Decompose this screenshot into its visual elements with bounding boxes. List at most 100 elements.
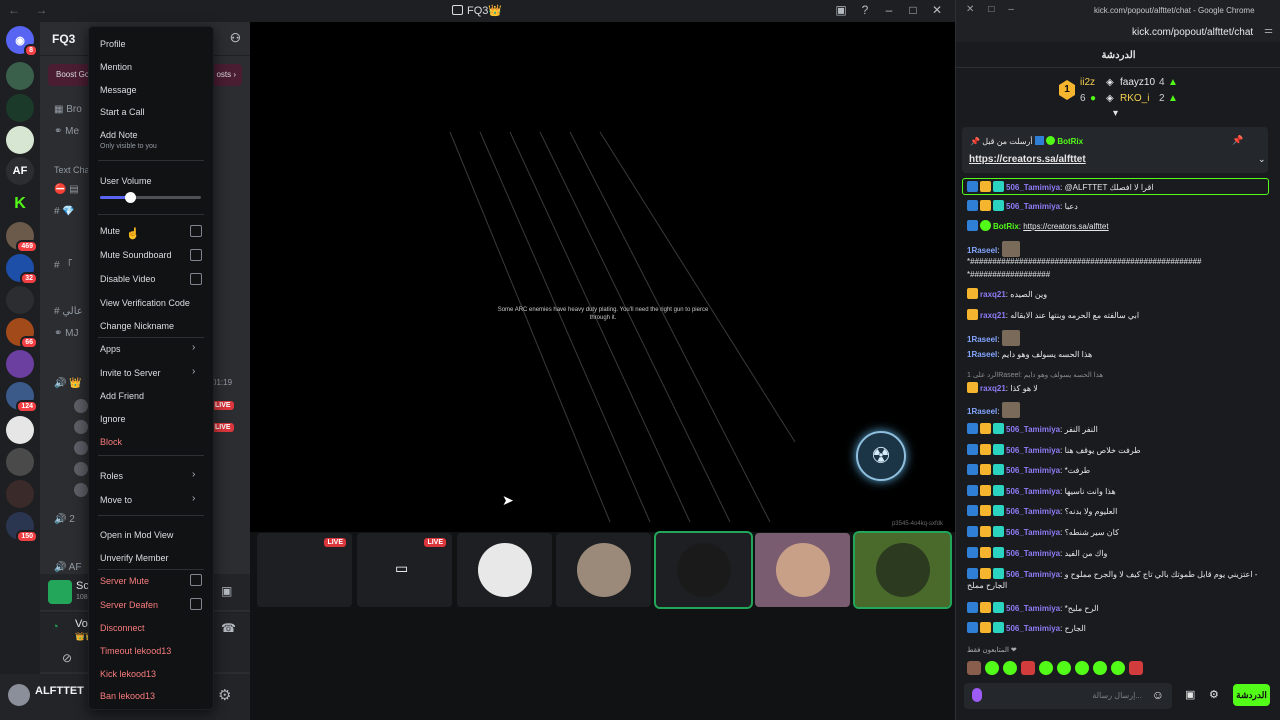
voice-user-avatar[interactable]	[74, 462, 88, 476]
voice-user-avatar[interactable]	[74, 399, 88, 413]
chevron-down-icon[interactable]: ▾	[1113, 108, 1118, 119]
participant-tile[interactable]	[556, 533, 651, 607]
emote-icon[interactable]	[985, 661, 999, 675]
category-text-channels[interactable]: Text Cha	[54, 165, 90, 175]
chat-username[interactable]: 506_Tamimiya	[1006, 549, 1060, 558]
channel-item[interactable]: 🔊 AF	[54, 562, 81, 573]
menu-server-deafen[interactable]: Server Deafen	[100, 600, 158, 610]
kick-server-icon[interactable]: K	[6, 190, 34, 218]
close-button[interactable]: ✕	[925, 3, 949, 17]
channel-item[interactable]: # 💎	[54, 206, 75, 217]
chat-username[interactable]: 506_Tamimiya	[1006, 507, 1060, 516]
chat-username[interactable]: BotRix	[993, 222, 1019, 231]
emote-icon[interactable]	[1003, 661, 1017, 675]
menu-apps[interactable]: Apps	[100, 344, 121, 354]
gear-icon[interactable]: ⚙	[218, 686, 231, 704]
chat-username[interactable]: 506_Tamimiya	[1006, 202, 1060, 211]
emote-icon[interactable]	[1075, 661, 1089, 675]
volume-knob[interactable]	[125, 192, 137, 203]
address-bar[interactable]: kick.com/popout/alfttet/chat ⚌	[956, 22, 1280, 42]
menu-timeout-user[interactable]: Timeout lekood13	[100, 646, 171, 656]
menu-kick-user[interactable]: Kick lekood13	[100, 669, 156, 679]
participant-tile[interactable]	[457, 533, 552, 607]
menu-server-mute[interactable]: Server Mute	[100, 576, 149, 586]
history-nav[interactable]: ← →	[8, 3, 53, 17]
channel-item[interactable]: 🔊 👑	[54, 378, 82, 389]
server-icon[interactable]	[6, 350, 34, 378]
server-icon[interactable]	[6, 62, 34, 90]
menu-open-mod-view[interactable]: Open in Mod View	[100, 530, 173, 540]
chat-username[interactable]: 506_Tamimiya	[1006, 570, 1060, 579]
chat-username[interactable]: raxq21	[980, 384, 1006, 393]
voice-user-avatar[interactable]	[74, 420, 88, 434]
emote-icon[interactable]	[1039, 661, 1053, 675]
emote-icon[interactable]	[967, 661, 981, 675]
chat-username[interactable]: 1Raseel	[967, 350, 997, 359]
channel-browse[interactable]: ▦ Bro	[54, 104, 82, 115]
server-icon[interactable]: 469	[6, 222, 38, 253]
gift-icon[interactable]: ▣	[1185, 688, 1195, 701]
chat-username[interactable]: 506_Tamimiya	[1006, 528, 1060, 537]
menu-disconnect[interactable]: Disconnect	[100, 623, 145, 633]
chat-username[interactable]: 506_Tamimiya	[1006, 487, 1060, 496]
menu-profile[interactable]: Profile	[100, 39, 126, 49]
emote-icon[interactable]	[1057, 661, 1071, 675]
gear-icon[interactable]: ⚙	[1209, 688, 1219, 701]
emote-icon[interactable]	[1093, 661, 1107, 675]
server-icon[interactable]: 124	[6, 382, 38, 413]
connection-icon[interactable]: ◔	[52, 621, 59, 633]
microphone-icon[interactable]	[972, 688, 982, 702]
participant-tile[interactable]	[755, 533, 850, 607]
pinned-link[interactable]: https://creators.sa/alfttet	[969, 154, 1086, 165]
chat-username[interactable]: 1Raseel	[967, 246, 997, 255]
chat-username[interactable]: 506_Tamimiya	[1006, 604, 1060, 613]
chat-message-text[interactable]: https://creators.sa/alfttet	[1023, 222, 1108, 231]
menu-message[interactable]: Message	[100, 85, 137, 95]
server-icon[interactable]	[6, 94, 34, 122]
server-icon[interactable]	[6, 126, 34, 154]
invite-icon[interactable]: ⚇	[230, 31, 241, 45]
user-volume-slider[interactable]	[100, 192, 201, 203]
chat-username[interactable]: 506_Tamimiya	[1006, 183, 1060, 192]
chat-send-button[interactable]: الدردشة	[1233, 684, 1270, 706]
emote-icon[interactable]	[1021, 661, 1035, 675]
emote-icon[interactable]	[1111, 661, 1125, 675]
channel-item[interactable]: 🔊 2	[54, 514, 75, 525]
voice-user-avatar[interactable]	[74, 441, 88, 455]
voice-user-avatar[interactable]	[74, 483, 88, 497]
chat-username[interactable]: 1Raseel	[967, 335, 997, 344]
chevron-down-icon[interactable]: ⌄	[1258, 154, 1266, 165]
help-icon[interactable]: ?	[853, 3, 877, 17]
maximize-button[interactable]: □	[901, 3, 925, 17]
server-icon[interactable]: 66	[6, 318, 38, 349]
server-icon[interactable]	[6, 416, 34, 444]
camera-off-icon[interactable]: ⊘	[62, 651, 72, 665]
chat-input[interactable]: إرسال رسالة... ☺	[964, 683, 1172, 709]
menu-view-verification-code[interactable]: View Verification Code	[100, 298, 190, 308]
site-settings-icon[interactable]: ⚌	[1264, 25, 1273, 36]
menu-add-friend[interactable]: Add Friend	[100, 391, 144, 401]
chat-username[interactable]: 506_Tamimiya	[1006, 466, 1060, 475]
menu-block[interactable]: Block	[100, 437, 122, 447]
participant-tile-speaking[interactable]	[853, 531, 952, 609]
menu-ban-user[interactable]: Ban lekood13	[100, 691, 155, 701]
menu-ignore[interactable]: Ignore	[100, 414, 126, 424]
menu-invite-to-server[interactable]: Invite to Server	[100, 368, 161, 378]
channel-item[interactable]: ⛔ ▤	[54, 184, 79, 195]
avatar[interactable]	[8, 684, 30, 706]
menu-add-note[interactable]: Add Note	[100, 130, 138, 140]
server-icon[interactable]: 150	[6, 512, 38, 543]
server-mute-checkbox[interactable]	[190, 574, 202, 586]
menu-mute[interactable]: Mute	[100, 226, 120, 236]
server-icon[interactable]	[6, 480, 34, 508]
chat-username[interactable]: 506_Tamimiya	[1006, 425, 1060, 434]
chat-username[interactable]: raxq21	[980, 290, 1006, 299]
menu-roles[interactable]: Roles	[100, 471, 123, 481]
emote-icon[interactable]	[1129, 661, 1143, 675]
discord-home-icon[interactable]: ◉ 8	[6, 26, 38, 57]
participant-tile-speaking[interactable]	[654, 531, 753, 609]
channel-item[interactable]: # 「	[54, 256, 72, 271]
menu-mute-soundboard[interactable]: Mute Soundboard	[100, 250, 172, 260]
server-icon-af[interactable]: AF	[6, 157, 34, 185]
window-controls[interactable]: ✕□–	[966, 4, 1028, 15]
